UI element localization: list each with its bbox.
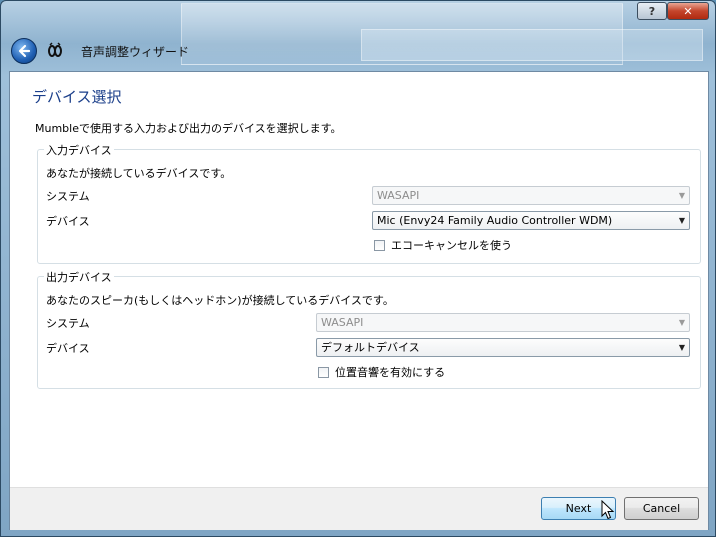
chevron-down-icon: ▼ [678, 318, 685, 327]
output-system-label: システム [46, 317, 90, 330]
positional-audio-checkbox[interactable] [318, 366, 329, 378]
mouse-pointer-icon [601, 500, 615, 520]
input-device-group: 入力デバイス あなたが接続しているデバイスです。 システム WASAPI ▼ デ… [37, 142, 701, 264]
input-description: あなたが接続しているデバイスです。 [46, 167, 232, 180]
output-device-label: デバイス [46, 342, 90, 355]
output-system-select[interactable]: WASAPI ▼ [316, 313, 690, 332]
mumble-icon [46, 41, 64, 59]
window-title: 音声調整ウィザード [81, 45, 190, 59]
page-title: デバイス選択 [32, 88, 122, 106]
output-group-legend: 出力デバイス [44, 269, 114, 285]
cancel-button[interactable]: Cancel [624, 497, 699, 520]
input-system-value: WASAPI [377, 189, 420, 202]
input-system-select[interactable]: WASAPI ▼ [372, 186, 690, 205]
input-group-legend: 入力デバイス [44, 142, 114, 158]
positional-audio-checkbox-row[interactable]: 位置音響を有効にする [318, 364, 445, 380]
echo-cancel-checkbox-row[interactable]: エコーキャンセルを使う [374, 237, 512, 253]
output-description: あなたのスピーカ(もしくはヘッドホン)が接続しているデバイスです。 [46, 294, 394, 307]
wizard-window: ? ✕ 音声調整ウィザード デバイス選択 Mumbleで使用する入力および出力の… [0, 0, 716, 537]
echo-cancel-checkbox[interactable] [374, 239, 385, 251]
output-device-select[interactable]: デフォルトデバイス ▼ [316, 338, 690, 357]
wizard-content: デバイス選択 Mumbleで使用する入力および出力のデバイスを選択します。 入力… [9, 71, 709, 530]
positional-audio-label: 位置音響を有効にする [335, 366, 446, 379]
background-window-reflection [361, 29, 703, 61]
output-system-value: WASAPI [321, 316, 364, 329]
input-system-label: システム [46, 190, 90, 203]
input-device-label: デバイス [46, 215, 90, 228]
chevron-down-icon: ▼ [678, 216, 685, 225]
chevron-down-icon: ▼ [678, 191, 685, 200]
input-device-select[interactable]: Mic (Envy24 Family Audio Controller WDM)… [372, 211, 690, 230]
intro-text: Mumbleで使用する入力および出力のデバイスを選択します。 [35, 122, 342, 135]
output-device-group: 出力デバイス あなたのスピーカ(もしくはヘッドホン)が接続しているデバイスです。… [37, 269, 701, 389]
input-device-value: Mic (Envy24 Family Audio Controller WDM) [377, 214, 613, 227]
echo-cancel-label: エコーキャンセルを使う [391, 239, 512, 252]
help-button[interactable]: ? [637, 2, 667, 20]
close-button[interactable]: ✕ [667, 2, 709, 20]
chevron-down-icon: ▼ [678, 343, 685, 352]
back-button[interactable] [11, 38, 37, 64]
output-device-value: デフォルトデバイス [321, 341, 420, 354]
back-arrow-icon [18, 44, 31, 58]
